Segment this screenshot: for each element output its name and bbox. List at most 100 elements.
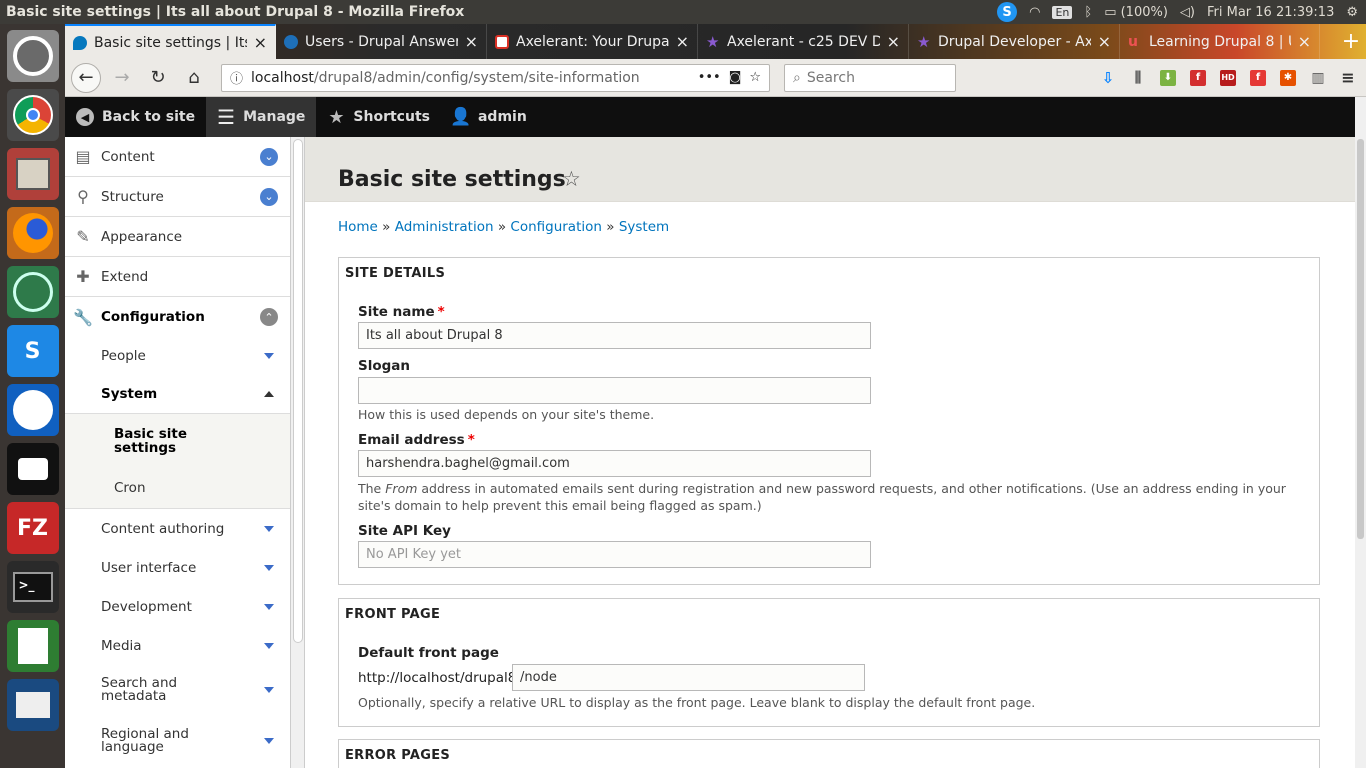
bookmark-star-icon[interactable]: ☆ [749,70,761,85]
terminal-icon[interactable]: >_ [6,561,59,613]
expand-chevron-icon[interactable]: ⌄ [260,187,278,206]
filezilla-icon[interactable]: FZ [6,502,59,554]
browser-tab[interactable]: Axelerant: Your Drupal × [487,24,698,59]
tray-item-people[interactable]: People [65,337,290,375]
breadcrumb-system[interactable]: System [619,219,669,235]
expand-triangle-icon[interactable] [264,642,274,649]
calc-icon[interactable] [6,620,59,672]
skype-tray-icon[interactable]: S [997,2,1018,22]
back-arrow-icon[interactable]: ← [71,62,101,93]
tray-item-search-metadata[interactable]: Search and metadata [65,665,290,715]
shortcuts-tab[interactable]: ★ Shortcuts [316,97,441,137]
expand-chevron-icon[interactable]: ⌄ [260,147,278,166]
tray-item-configuration[interactable]: 🔧 Configuration ⌃ [65,297,290,337]
bluetooth-icon[interactable]: ᛒ [1084,5,1092,20]
breadcrumb-home[interactable]: Home [338,219,378,235]
tab-close-icon[interactable]: × [254,33,267,52]
browser-tab[interactable]: ★ Axelerant - c25 DEV Dr × [698,24,909,59]
tray-item-extend[interactable]: ✚ Extend [65,257,290,297]
browser-tab-active[interactable]: Basic site settings | Its all about Drup… [65,24,276,59]
wifi-icon[interactable]: ◠ [1029,5,1040,20]
page-scrollbar[interactable] [1355,97,1366,768]
breadcrumb-administration[interactable]: Administration [395,219,494,235]
keyboard-layout[interactable]: En [1052,5,1073,19]
expand-triangle-icon[interactable] [264,525,274,532]
tab-close-icon[interactable]: × [1098,32,1111,51]
url-bar[interactable]: ⓘ localhost/drupal8/admin/config/system/… [221,63,770,92]
user-label: admin [477,109,527,125]
hd-video-icon[interactable]: HD [1220,69,1236,86]
user-tab[interactable]: 👤 admin [441,97,538,137]
firefox-icon[interactable] [6,207,59,259]
expand-triangle-icon[interactable] [264,603,274,610]
tray-scrollbar-thumb[interactable] [293,139,303,643]
front-page-input[interactable] [512,664,865,691]
files-icon[interactable] [6,148,59,200]
reload-icon[interactable]: ↻ [143,63,173,93]
shortcut-star-icon[interactable]: ☆ [562,167,581,191]
tab-close-icon[interactable]: × [887,32,900,51]
extension-green-icon[interactable]: ⬇ [1160,69,1176,86]
tray-item-regional-language[interactable]: Regional and language [65,715,290,767]
forward-arrow-icon[interactable]: → [107,63,137,93]
browser-tab[interactable]: ★ Drupal Developer - Ax × [909,24,1120,59]
chrome-icon[interactable] [6,89,59,141]
clock[interactable]: Fri Mar 16 21:39:13 [1207,5,1334,20]
library-icon[interactable]: ⫼ [1130,70,1146,86]
colorzilla-icon[interactable]: ✱ [1280,69,1296,86]
breadcrumb-configuration[interactable]: Configuration [510,219,602,235]
expand-triangle-icon[interactable] [264,564,274,571]
search-box[interactable]: ⌕ Search [784,63,956,92]
tab-close-icon[interactable]: × [1298,32,1311,51]
manage-tab[interactable]: ☰ Manage [206,97,317,137]
tab-close-icon[interactable]: × [465,32,478,51]
page-actions-icon[interactable]: ••• [698,70,721,85]
impress-icon[interactable] [6,679,59,731]
flash-player-icon[interactable]: f [1250,69,1266,86]
atom-icon[interactable] [6,266,59,318]
expand-triangle-icon[interactable] [264,687,274,693]
browser-tab[interactable]: u Learning Drupal 8 | Ud × [1120,24,1320,59]
browser-tab[interactable]: Users - Drupal Answers × [276,24,487,59]
collapse-chevron-icon[interactable]: ⌃ [260,308,278,326]
sidebar-icon[interactable]: ▥ [1310,70,1326,86]
hamburger-menu-icon[interactable]: ≡ [1340,68,1356,87]
expand-triangle-icon[interactable] [264,353,274,359]
back-to-site-link[interactable]: ◀ Back to site [65,97,206,137]
email-input[interactable] [358,450,871,477]
tray-item-system[interactable]: System [65,375,290,414]
pocket-icon[interactable]: ◙ [729,70,742,85]
tab-close-icon[interactable]: × [676,32,689,51]
battery-indicator[interactable]: ▭ (100%) [1104,5,1168,20]
tray-item-basic-site-settings[interactable]: Basic site settings [65,414,290,467]
tray-item-user-interface[interactable]: User interface [65,548,290,587]
tray-item-content-authoring[interactable]: Content authoring [65,509,290,548]
settings-gear-icon[interactable]: ⚙ [1346,5,1358,20]
tray-item-media[interactable]: Media [65,626,290,665]
ubuntu-dash-icon[interactable] [6,30,59,82]
new-tab-plus-icon[interactable]: + [1336,24,1366,59]
home-icon[interactable]: ⌂ [179,63,209,93]
slogan-input[interactable] [358,377,871,404]
tray-item-appearance[interactable]: ✎ Appearance [65,217,290,257]
inkscape-icon[interactable] [6,443,59,495]
flash-icon[interactable]: f [1190,69,1206,86]
site-name-input[interactable] [358,322,871,349]
volume-icon[interactable]: ◁) [1180,5,1195,20]
tray-scrollbar[interactable] [291,137,305,768]
api-key-input[interactable] [358,541,871,568]
expand-triangle-icon[interactable] [264,738,274,744]
url-text[interactable]: localhost/drupal8/admin/config/system/si… [251,70,690,86]
downloads-icon[interactable]: ⇩ [1100,69,1116,87]
tray-item-content[interactable]: ▤ Content ⌄ [65,137,290,177]
shortcuts-label: Shortcuts [353,109,430,125]
teamviewer-icon[interactable] [6,384,59,436]
tray-item-structure[interactable]: ⚲ Structure ⌄ [65,177,290,217]
skype-icon[interactable]: S [6,325,59,377]
tray-item-development[interactable]: Development [65,587,290,626]
info-icon[interactable]: ⓘ [230,68,243,87]
collapse-triangle-icon[interactable] [264,391,274,397]
window-title: Basic site settings | Its all about Drup… [6,4,465,20]
page-scrollbar-thumb[interactable] [1357,139,1364,539]
tray-item-cron[interactable]: Cron [65,467,290,509]
